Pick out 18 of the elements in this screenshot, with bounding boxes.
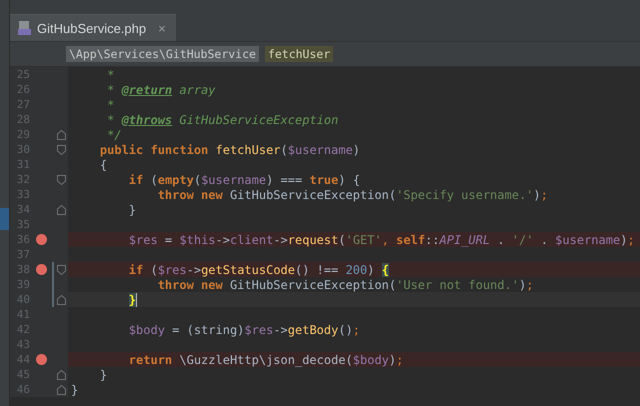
breakpoint-icon[interactable] <box>36 354 46 365</box>
breakpoint-icon[interactable] <box>36 234 46 245</box>
fold-marker-icon[interactable] <box>56 144 66 154</box>
fold-marker-icon[interactable] <box>56 370 66 380</box>
fold-marker-icon[interactable] <box>56 384 66 394</box>
tool-window-marker <box>0 208 9 230</box>
fold-marker-icon[interactable] <box>56 294 66 304</box>
fold-marker-icon[interactable] <box>56 174 66 184</box>
close-icon[interactable]: × <box>158 20 166 36</box>
fold-marker-icon[interactable] <box>56 264 66 274</box>
fold-marker-icon[interactable] <box>56 204 66 214</box>
fold-marker-icon[interactable] <box>56 130 66 140</box>
breadcrumb[interactable]: \App\Services\GitHubService <box>66 46 259 62</box>
breadcrumb[interactable]: fetchUser <box>264 46 334 62</box>
editor-tab[interactable]: GitHubService.php × <box>10 14 176 41</box>
text-caret <box>136 292 138 306</box>
breakpoint-icon[interactable] <box>36 264 46 275</box>
php-file-icon <box>18 20 31 36</box>
